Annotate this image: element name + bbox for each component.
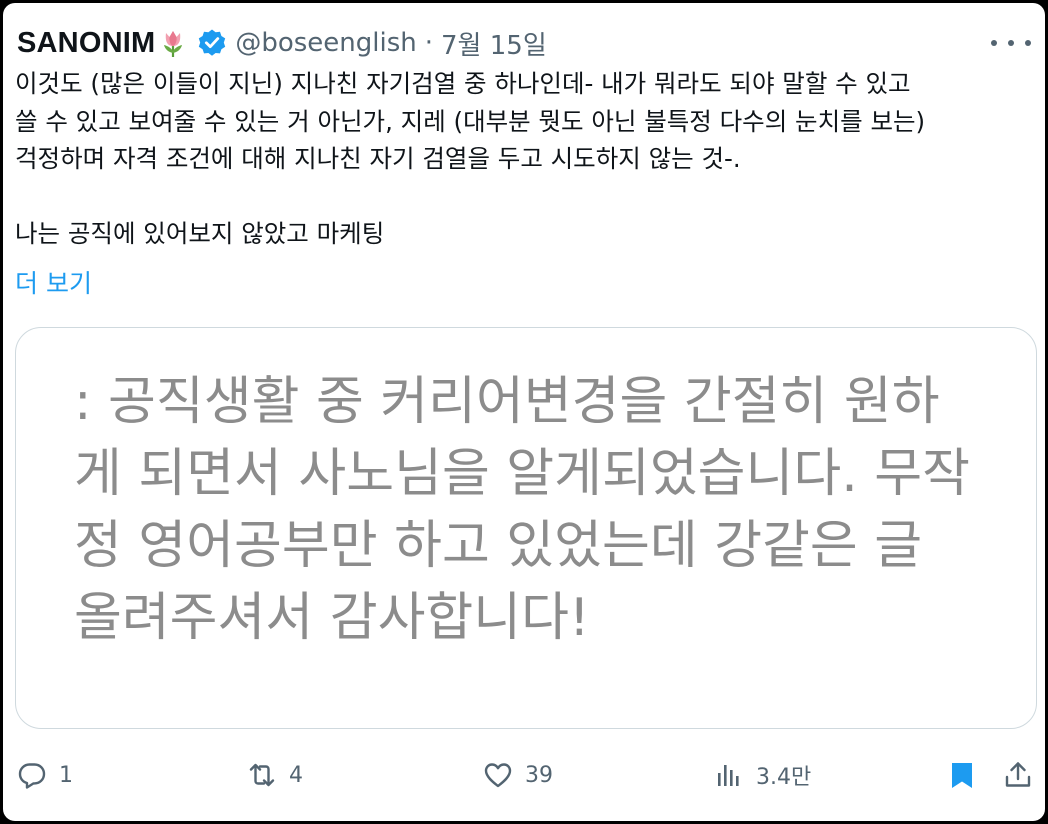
tweet-line: 이것도 (많은 이들이 지닌) 지나친 자기검열 중 하나인데- 내가 뭐라도 … bbox=[15, 69, 911, 98]
like-count: 39 bbox=[525, 762, 553, 788]
views-count: 3.4만 bbox=[756, 765, 812, 790]
verified-badge-icon bbox=[199, 29, 226, 56]
tweet-header: SANONIM @boseenglish · 7월 15일 bbox=[17, 23, 1031, 63]
show-more-link[interactable]: 더 보기 bbox=[15, 265, 92, 302]
tweet-line: 걱정하며 자격 조건에 대해 지나친 자기 검열을 두고 시도하지 않는 것-. bbox=[15, 144, 741, 173]
quoted-line: 올려주셔서 감사합니다! bbox=[74, 588, 590, 648]
more-options-icon[interactable] bbox=[991, 33, 1031, 53]
tulip-icon bbox=[164, 31, 183, 57]
retweet-button[interactable]: 4 bbox=[247, 755, 303, 795]
tweet-card: SANONIM @boseenglish · 7월 15일 이것도 (많은 이들… bbox=[3, 3, 1045, 821]
quoted-image-card[interactable]: : 공직생활 중 커리어변경을 간절히 원하 게 되면서 사노님을 알게되었습니… bbox=[15, 327, 1037, 729]
retweet-count: 4 bbox=[289, 762, 303, 788]
like-button[interactable]: 39 bbox=[483, 755, 553, 795]
author-handle[interactable]: @boseenglish bbox=[235, 28, 416, 58]
tweet-body: 이것도 (많은 이들이 지닌) 지나친 자기검열 중 하나인데- 내가 뭐라도 … bbox=[15, 65, 1035, 253]
tweet-line: 나는 공직에 있어보지 않았고 마케팅 bbox=[15, 219, 385, 248]
bookmark-icon bbox=[952, 763, 972, 788]
reply-button[interactable]: 1 bbox=[17, 755, 73, 795]
retweet-icon bbox=[249, 763, 275, 787]
share-button[interactable] bbox=[1003, 755, 1033, 795]
reply-icon bbox=[18, 763, 46, 789]
reply-count: 1 bbox=[59, 762, 73, 788]
share-icon bbox=[1005, 762, 1031, 787]
author-name[interactable]: SANONIM bbox=[17, 27, 155, 60]
tweet-line: 쓸 수 있고 보여줄 수 있는 거 아닌가, 지레 (대부분 뭣도 아닌 불특정… bbox=[15, 106, 926, 136]
action-bar: 1 4 39 3.4만 bbox=[17, 755, 1039, 795]
quoted-line: 게 되면서 사노님을 알게되었습니다. 무작 bbox=[74, 444, 970, 504]
bookmark-button[interactable] bbox=[947, 755, 977, 795]
views-icon bbox=[718, 765, 739, 786]
like-icon bbox=[484, 763, 512, 788]
quoted-line: : 공직생활 중 커리어변경을 간절히 원하 bbox=[74, 372, 940, 432]
views-button[interactable]: 3.4만 bbox=[714, 755, 811, 795]
tweet-date[interactable]: 7월 15일 bbox=[441, 25, 547, 62]
quoted-line: 정 영어공부만 하고 있었는데 강같은 글 bbox=[74, 516, 923, 576]
separator-dot: · bbox=[424, 28, 434, 58]
quoted-text: : 공직생활 중 커리어변경을 간절히 원하 게 되면서 사노님을 알게되었습니… bbox=[74, 366, 1014, 654]
